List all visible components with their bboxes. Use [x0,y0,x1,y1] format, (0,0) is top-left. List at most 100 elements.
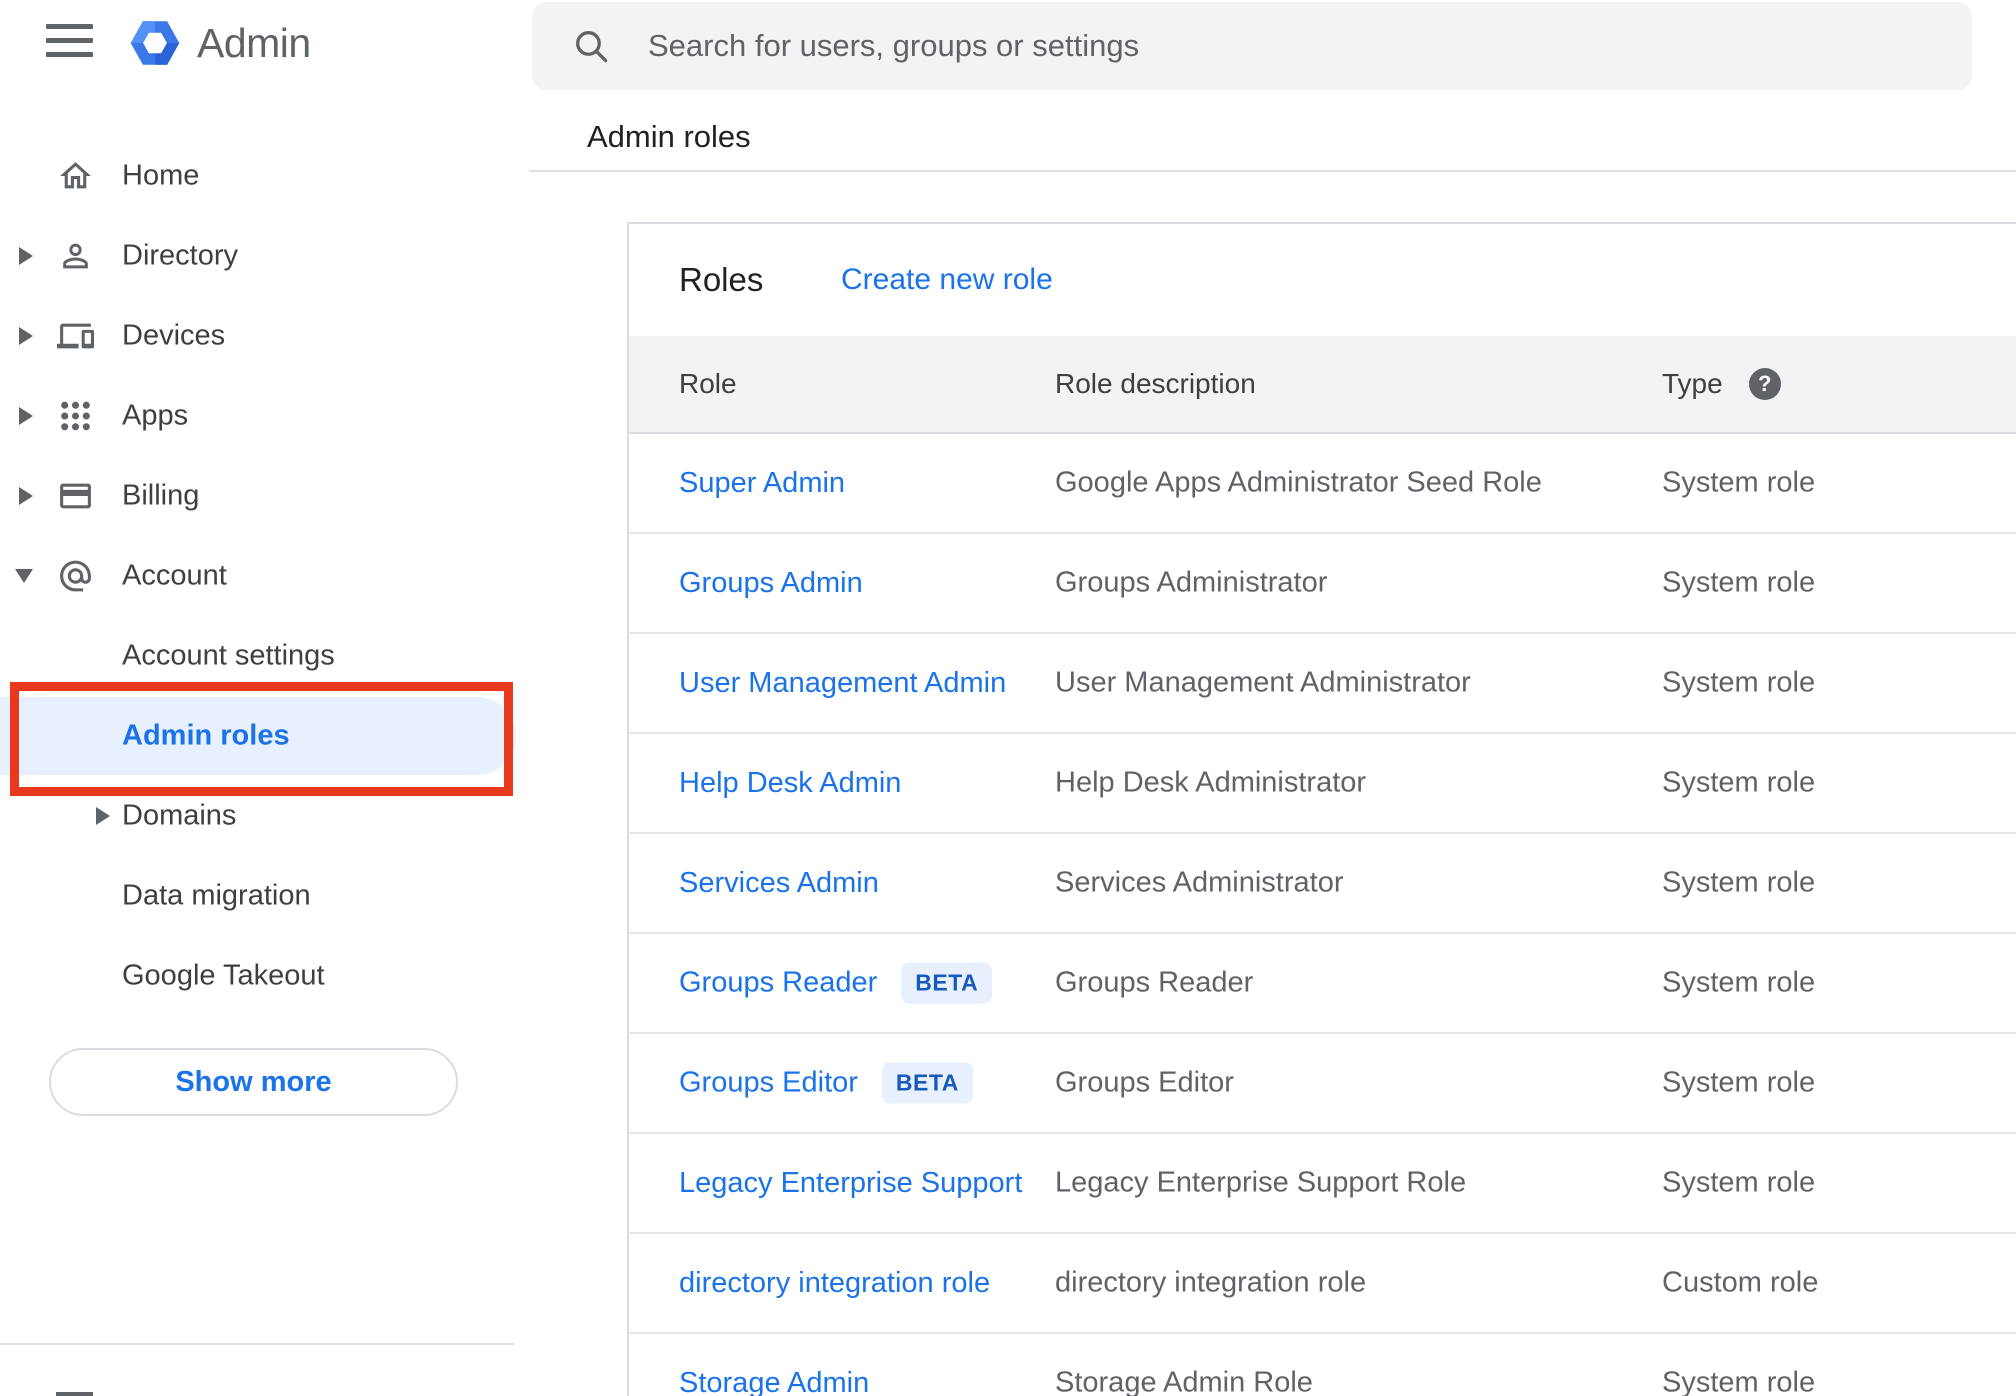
role-link-directory-integration-role[interactable]: directory integration role [679,1267,990,1299]
role-description-cell: Storage Admin Role [1055,1366,1313,1396]
sidebar-item-account[interactable]: Account [0,536,514,616]
sidebar-item-admin-roles[interactable]: Admin roles [0,696,516,776]
sidebar-item-label: Home [122,159,200,192]
sidebar-item-label: Directory [122,239,239,272]
role-type-cell: System role [1662,1066,1816,1099]
partial-bottom-icon [56,1392,93,1396]
table-row: Groups Editor BETA Groups Editor System rol… [629,1034,2016,1134]
create-new-role-link[interactable]: Create new role [841,263,1053,297]
sidebar-nav: Home Directory Devices Apps Billing Account Ac… [0,136,516,1016]
chevron-right-icon[interactable] [96,807,110,825]
role-type-cell: System role [1662,1166,1816,1199]
role-link-groups-editor[interactable]: Groups Editor [679,1067,858,1099]
sidebar-item-label: Account settings [122,639,335,672]
chevron-right-icon[interactable] [19,327,33,345]
role-type-cell: Custom role [1662,1266,1819,1299]
hamburger-menu-button[interactable] [46,24,93,62]
admin-logo-text: Admin [197,20,311,66]
sidebar-item-label: Billing [122,479,200,512]
table-row: User Management Admin User Management Adm… [629,634,2016,734]
card-icon [57,478,94,515]
search-placeholder: Search for users, groups or settings [648,28,1140,63]
chevron-right-icon[interactable] [19,407,33,425]
sidebar-item-label: Apps [122,399,189,432]
table-row: Groups Admin Groups Administrator System r… [629,534,2016,634]
role-link-groups-admin[interactable]: Groups Admin [679,567,863,599]
role-link-services-admin[interactable]: Services Admin [679,867,879,899]
table-row: Super Admin Google Apps Administrator See… [629,434,2016,534]
sidebar-item-directory[interactable]: Directory [0,216,514,296]
role-cell: Groups Admin [679,566,863,600]
role-description-cell: Groups Editor [1055,1066,1234,1099]
at-icon [57,558,94,595]
role-type-cell: System role [1662,466,1816,499]
sidebar-item-domains[interactable]: Domains [0,776,514,856]
role-link-super-admin[interactable]: Super Admin [679,467,845,499]
role-type-cell: System role [1662,1366,1816,1396]
role-cell: Services Admin [679,866,879,900]
role-description-cell: directory integration role [1055,1266,1367,1299]
role-link-user-management-admin[interactable]: User Management Admin [679,667,1006,699]
page-title: Admin roles [587,119,751,154]
apps-icon [57,398,94,435]
role-type-cell: System role [1662,866,1816,899]
table-header-row: Role Role description Type ? [629,336,2016,434]
sidebar-item-label: Account [122,559,227,592]
sidebar-item-google-takeout[interactable]: Google Takeout [0,936,514,1016]
role-description-cell: Groups Reader [1055,966,1254,999]
title-divider [529,170,2016,172]
sidebar: Admin Home Directory Devices Apps Billing Acc… [0,0,516,1396]
sidebar-item-billing[interactable]: Billing [0,456,514,536]
chevron-right-icon[interactable] [19,247,33,265]
person-icon [57,238,94,275]
role-description-cell: User Management Administrator [1055,666,1471,699]
sidebar-item-devices[interactable]: Devices [0,296,514,376]
role-cell: Groups Reader BETA [679,962,993,1004]
role-cell: Groups Editor BETA [679,1062,973,1104]
sidebar-item-apps[interactable]: Apps [0,376,514,456]
role-description-cell: Google Apps Administrator Seed Role [1055,466,1542,499]
devices-icon [57,318,94,355]
sidebar-item-home[interactable]: Home [0,136,514,216]
sidebar-item-label: Domains [122,799,237,832]
role-cell: directory integration role [679,1266,990,1300]
sidebar-item-account-settings[interactable]: Account settings [0,616,514,696]
role-link-groups-reader[interactable]: Groups Reader [679,967,877,999]
search-icon [572,27,610,65]
sidebar-item-label: Admin roles [122,719,290,752]
admin-logo-icon [127,15,183,71]
table-row: Storage Admin Storage Admin Role System ro… [629,1334,2016,1396]
role-type-cell: System role [1662,666,1816,699]
beta-badge: BETA [881,1062,973,1104]
help-icon[interactable]: ? [1748,368,1781,400]
role-type-cell: System role [1662,766,1816,799]
chevron-down-icon[interactable] [15,569,33,583]
sidebar-item-label: Google Takeout [122,959,325,992]
table-row: directory integration role directory inte… [629,1234,2016,1334]
column-header-type: Type ? [1662,368,1781,400]
sidebar-header: Admin [0,0,514,110]
role-cell: Help Desk Admin [679,766,901,800]
column-header-role: Role [679,368,737,399]
show-more-button[interactable]: Show more [49,1048,458,1116]
roles-title: Roles [679,261,764,298]
home-icon [57,158,94,195]
search-input[interactable]: Search for users, groups or settings [532,2,1972,90]
sidebar-bottom-divider [0,1343,514,1345]
role-description-cell: Help Desk Administrator [1055,766,1367,799]
sidebar-item-label: Data migration [122,879,311,912]
roles-card-header: Roles Create new role [629,224,2016,336]
role-description-cell: Legacy Enterprise Support Role [1055,1166,1467,1199]
table-body: Super Admin Google Apps Administrator See… [629,434,2016,1396]
sidebar-item-data-migration[interactable]: Data migration [0,856,514,936]
role-link-legacy-enterprise-support[interactable]: Legacy Enterprise Support [679,1167,1022,1199]
role-cell: User Management Admin [679,666,1006,700]
role-cell: Legacy Enterprise Support [679,1166,1022,1200]
table-row: Legacy Enterprise Support Legacy Enterpri… [629,1134,2016,1234]
table-row: Help Desk Admin Help Desk Administrator Sy… [629,734,2016,834]
role-link-help-desk-admin[interactable]: Help Desk Admin [679,767,901,799]
chevron-right-icon[interactable] [19,487,33,505]
role-type-cell: System role [1662,966,1816,999]
role-link-storage-admin[interactable]: Storage Admin [679,1367,869,1396]
beta-badge: BETA [901,962,993,1004]
